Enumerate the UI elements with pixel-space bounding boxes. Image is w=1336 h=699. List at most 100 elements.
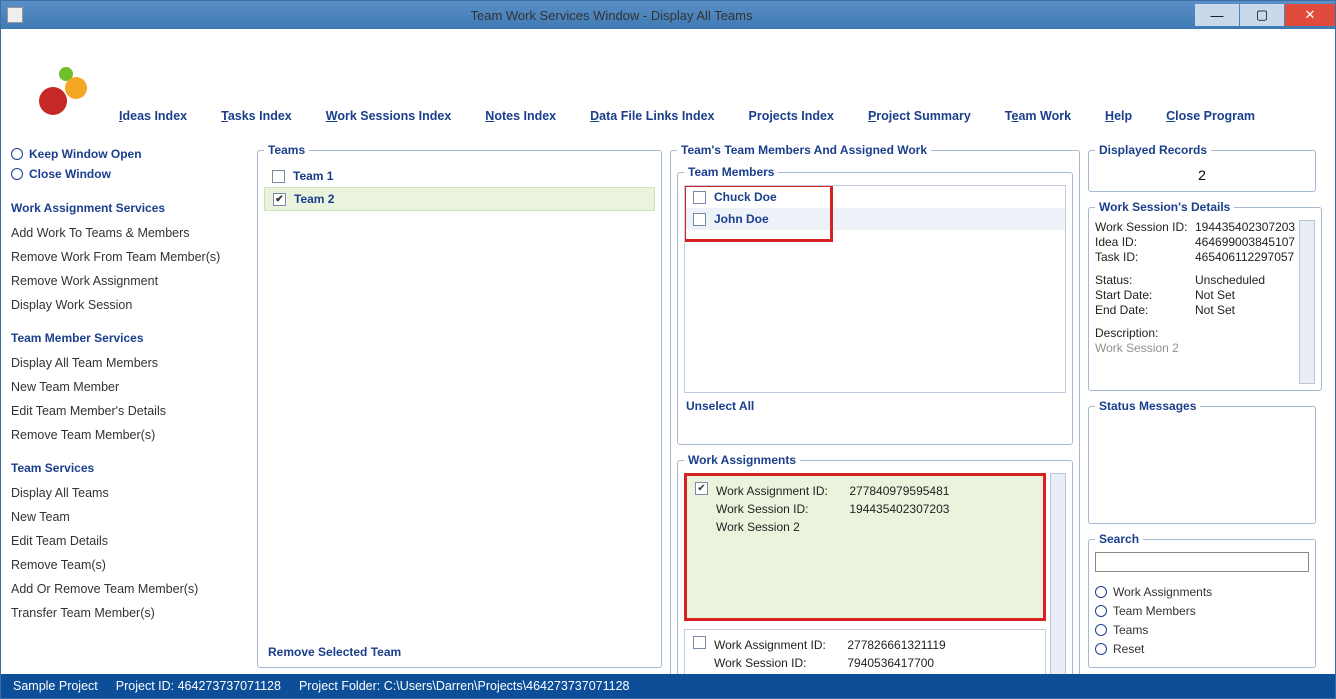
teams-list: Team 1 ✔ Team 2 [264,165,655,637]
status-messages-legend: Status Messages [1095,399,1200,413]
status-project-folder: Project Folder: C:\Users\Darren\Projects… [299,679,630,693]
checkbox-icon[interactable] [693,213,706,226]
menu-notes[interactable]: Notes Index [485,109,556,123]
work-assignments-box: Work Assignments ✔ Work Assignment ID: 2… [677,453,1073,674]
radio-icon [11,168,23,180]
window-buttons: — ▢ ✕ [1194,4,1335,26]
assignment-item[interactable]: Work Assignment ID: 277826661321119 Work… [684,629,1046,674]
work-session-details-box: Work Session's Details Work Session ID:1… [1088,200,1322,391]
header-area: Ideas Index Tasks Index Work Sessions In… [1,29,1335,141]
radio-icon [11,148,23,160]
unselect-all-members[interactable]: Unselect All [686,399,754,413]
heading-work-assignment: Work Assignment Services [11,201,249,215]
menu-data-file-links[interactable]: Data File Links Index [590,109,714,123]
scrollbar[interactable] [1050,473,1066,674]
link-remove-team-member[interactable]: Remove Team Member(s) [11,428,249,442]
title-bar[interactable]: Team Work Services Window - Display All … [1,1,1335,29]
member-row[interactable]: Chuck Doe [685,186,1065,208]
members-legend: Team Members [684,165,778,179]
status-project-id: Project ID: 464273737071128 [116,679,281,693]
link-edit-team[interactable]: Edit Team Details [11,534,249,548]
window-root: Team Work Services Window - Display All … [0,0,1336,699]
displayed-records-count: 2 [1095,163,1309,185]
menu-tasks[interactable]: Tasks Index [221,109,292,123]
close-button[interactable]: ✕ [1285,4,1335,26]
member-row[interactable]: John Doe [685,208,1065,230]
teams-panel: Teams Team 1 ✔ Team 2 Remove Selected Te… [257,141,662,668]
menu-projects[interactable]: Projects Index [749,109,834,123]
link-edit-team-member[interactable]: Edit Team Member's Details [11,404,249,418]
status-messages-box: Status Messages [1088,399,1316,524]
link-remove-work-member[interactable]: Remove Work From Team Member(s) [11,250,249,264]
heading-team-services: Team Services [11,461,249,475]
search-opt-teams[interactable]: Teams [1095,623,1309,637]
search-opt-reset[interactable]: Reset [1095,642,1309,656]
status-project: Sample Project [13,679,98,693]
link-display-work-session[interactable]: Display Work Session [11,298,249,312]
team-label: Team 1 [293,169,333,183]
details-legend: Work Session's Details [1095,200,1234,214]
assignment-text: Work Assignment ID: 277840979595481 Work… [716,482,949,612]
members-list: Chuck Doe John Doe [684,185,1066,393]
team-members-panel: Team's Team Members And Assigned Work Te… [670,141,1080,668]
search-box: Search Work Assignments Team Members Tea… [1088,532,1316,668]
window-title: Team Work Services Window - Display All … [29,8,1194,23]
link-new-team[interactable]: New Team [11,510,249,524]
team-row[interactable]: Team 1 [264,165,655,187]
middle-legend: Team's Team Members And Assigned Work [677,143,931,157]
java-icon [7,7,23,23]
link-display-all-members[interactable]: Display All Team Members [11,356,249,370]
scrollbar[interactable] [1299,220,1315,384]
menu-work-sessions[interactable]: Work Sessions Index [326,109,452,123]
menu-project-summary[interactable]: Project Summary [868,109,971,123]
maximize-button[interactable]: ▢ [1240,4,1284,26]
radio-icon [1095,605,1107,617]
team-row[interactable]: ✔ Team 2 [264,187,655,211]
assignments-list: ✔ Work Assignment ID: 277840979595481 Wo… [684,473,1046,674]
link-transfer-members[interactable]: Transfer Team Member(s) [11,606,249,620]
assign-legend: Work Assignments [684,453,800,467]
team-label: Team 2 [294,192,334,206]
checkbox-icon[interactable] [693,636,706,649]
link-remove-work-assignment[interactable]: Remove Work Assignment [11,274,249,288]
menu-close-program[interactable]: Close Program [1166,109,1255,123]
team-members-box: Team Members Chuck Doe John Doe [677,165,1073,445]
displayed-records-legend: Displayed Records [1095,143,1211,157]
keep-window-open-radio[interactable]: Keep Window Open [11,147,249,161]
remove-selected-team[interactable]: Remove Selected Team [264,637,655,661]
teams-legend: Teams [264,143,309,157]
displayed-records-box: Displayed Records 2 [1088,143,1316,192]
link-remove-team[interactable]: Remove Team(s) [11,558,249,572]
close-window-radio[interactable]: Close Window [11,167,249,181]
link-add-work[interactable]: Add Work To Teams & Members [11,226,249,240]
link-display-all-teams[interactable]: Display All Teams [11,486,249,500]
checkbox-icon[interactable] [693,191,706,204]
heading-team-member: Team Member Services [11,331,249,345]
assignment-text: Work Assignment ID: 277826661321119 Work… [714,636,946,674]
checkbox-icon[interactable] [272,170,285,183]
member-label: John Doe [714,212,769,226]
app-logo [31,59,101,129]
minimize-button[interactable]: — [1195,4,1239,26]
member-label: Chuck Doe [714,190,777,204]
checkbox-icon[interactable]: ✔ [273,193,286,206]
search-opt-work-assignments[interactable]: Work Assignments [1095,585,1309,599]
radio-icon [1095,624,1107,636]
checkbox-icon[interactable]: ✔ [695,482,708,495]
search-legend: Search [1095,532,1143,546]
details-content: Work Session ID:194435402307203 Idea ID:… [1095,220,1295,384]
link-add-remove-members[interactable]: Add Or Remove Team Member(s) [11,582,249,596]
menu-help[interactable]: Help [1105,109,1132,123]
link-new-team-member[interactable]: New Team Member [11,380,249,394]
right-panel: Displayed Records 2 Work Session's Detai… [1088,141,1316,668]
menu-team-work[interactable]: Team Work [1005,109,1071,123]
assignment-item[interactable]: ✔ Work Assignment ID: 277840979595481 Wo… [684,473,1046,621]
sidebar: Keep Window Open Close Window Work Assig… [11,141,249,668]
search-input[interactable] [1095,552,1309,572]
menu-ideas[interactable]: Ideas Index [119,109,187,123]
radio-icon [1095,643,1107,655]
search-opt-team-members[interactable]: Team Members [1095,604,1309,618]
status-bar: Sample Project Project ID: 4642737370711… [1,674,1335,698]
radio-icon [1095,586,1107,598]
menu-bar: Ideas Index Tasks Index Work Sessions In… [119,109,1255,129]
